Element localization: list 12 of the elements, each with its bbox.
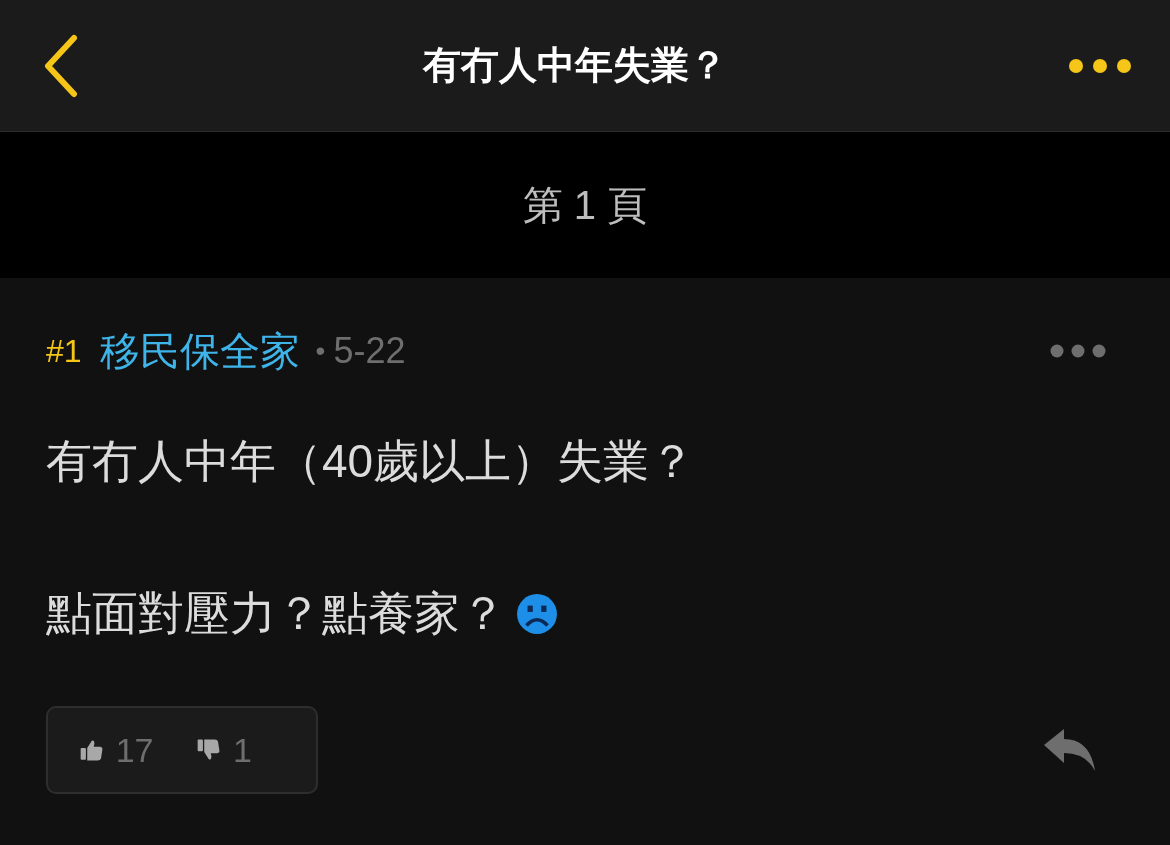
post-date: 5-22 — [333, 330, 406, 372]
like-count: 17 — [115, 730, 154, 770]
dislike-count: 1 — [233, 730, 252, 770]
post-text: 點面對壓力？點養家？ — [46, 586, 506, 641]
separator-dot: • — [315, 335, 326, 367]
reply-arrow-icon[interactable] — [1042, 727, 1098, 773]
author-name[interactable]: 移民保全家 — [99, 323, 300, 379]
page-number: 第 1 頁 — [522, 181, 648, 229]
more-icon[interactable] — [1068, 57, 1132, 74]
post-number: #1 — [46, 332, 82, 370]
page-title: 有冇人中年失業？ — [423, 43, 727, 88]
post-text: 有冇人中年（40歲以上）失業？ — [46, 434, 696, 489]
